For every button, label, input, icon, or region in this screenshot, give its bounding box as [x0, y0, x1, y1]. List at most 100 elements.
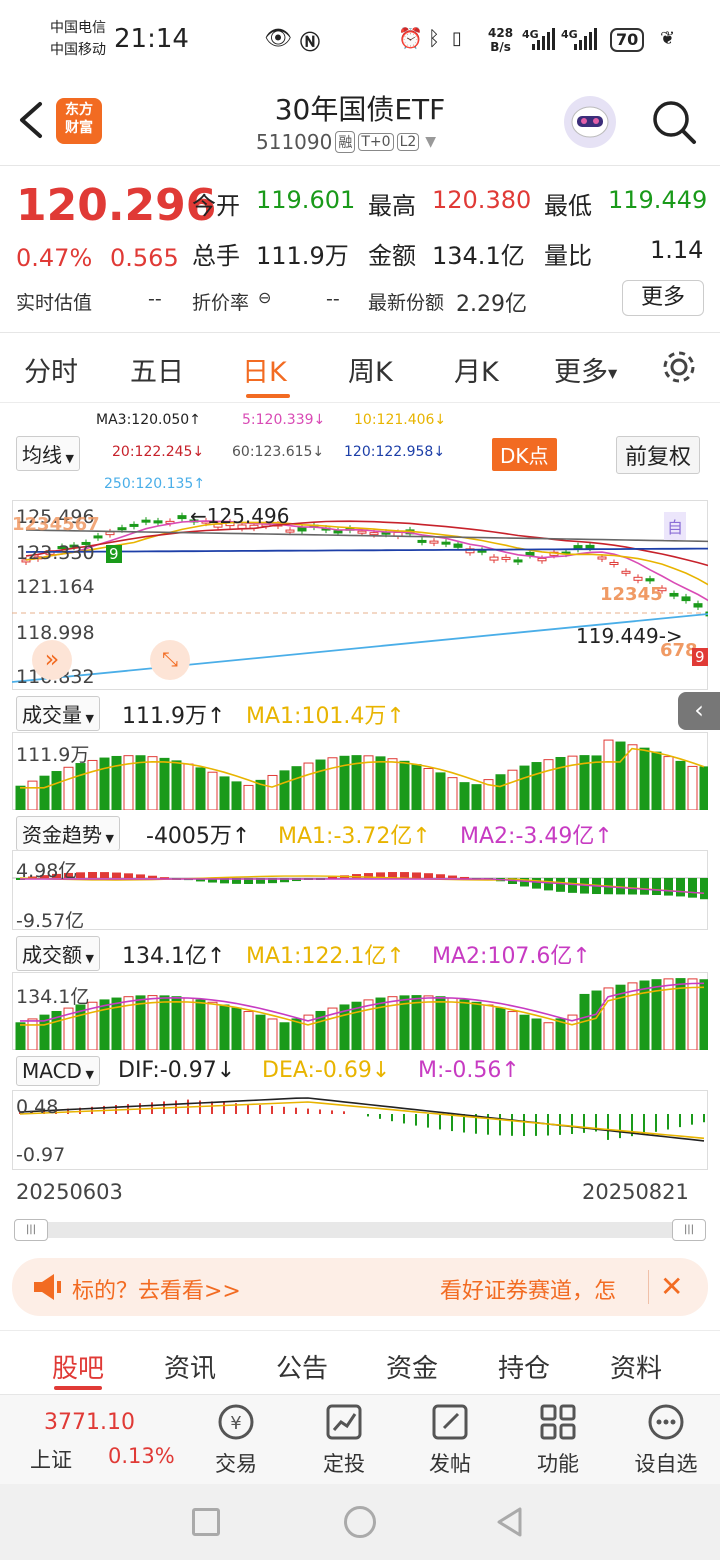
fund-bar: [652, 878, 661, 896]
index-change: 0.13%: [108, 1444, 175, 1468]
fullscreen-button[interactable]: ⤡: [150, 640, 190, 680]
tab-profile[interactable]: 资料: [610, 1348, 662, 1385]
sequence-right-top: 12345: [600, 584, 663, 605]
signal-1-icon: [532, 28, 555, 50]
back-triangle-icon[interactable]: [494, 1506, 526, 1538]
nav-add-watchlist[interactable]: 设自选: [626, 1400, 706, 1480]
nav-fixed-invest[interactable]: 定投: [314, 1400, 374, 1480]
info-icon[interactable]: ⊖: [258, 288, 271, 307]
robot-assistant-avatar[interactable]: [564, 96, 616, 148]
leaf-icon: ❦: [660, 28, 676, 49]
divider: [0, 402, 720, 403]
collapse-panel-button[interactable]: ‹: [678, 692, 720, 730]
amount-indicator-select[interactable]: 成交额 ▼: [16, 936, 100, 971]
candle-body: [333, 530, 343, 534]
ma5-value: 5:120.339↓: [242, 412, 326, 428]
candle-body: [357, 530, 367, 534]
tab-daily-k[interactable]: 日K: [242, 350, 287, 389]
tab-announcements[interactable]: 公告: [276, 1348, 328, 1385]
tab-news[interactable]: 资讯: [164, 1348, 216, 1385]
fund-axis-top: 4.98亿: [16, 860, 78, 882]
bar: [255, 1014, 266, 1050]
bar: [483, 1004, 494, 1050]
nav-trade-label: 交易: [215, 1452, 257, 1476]
fund-bar: [676, 878, 685, 897]
tab-weekly-k[interactable]: 周K: [348, 350, 393, 389]
candle-body: [681, 596, 691, 602]
bar: [423, 768, 434, 810]
chart-trend-icon: [326, 1404, 362, 1440]
range-handle-right[interactable]: |||: [672, 1219, 706, 1241]
chart-range-scrollbar[interactable]: [14, 1222, 706, 1238]
candle-body: [285, 529, 295, 533]
carrier-1: 中国电信: [50, 20, 106, 36]
yen-icon: ¥: [218, 1404, 254, 1440]
nav-post[interactable]: 发帖: [420, 1400, 480, 1480]
bar: [15, 1022, 26, 1050]
expand-left-button[interactable]: »: [32, 640, 72, 680]
candle-body: [417, 539, 427, 543]
ma-indicator-select[interactable]: 均线 ▼: [16, 436, 80, 471]
search-button[interactable]: [650, 98, 698, 150]
bar: [375, 756, 386, 810]
edit-icon: [432, 1404, 468, 1440]
adjust-forward-button[interactable]: 前复权: [616, 436, 701, 474]
date-end: 20250821: [582, 1180, 689, 1204]
bar: [675, 978, 686, 1050]
bar: [531, 762, 542, 810]
tab-capital[interactable]: 资金: [386, 1348, 438, 1385]
chevron-down-icon[interactable]: ▼: [425, 134, 436, 150]
macd-dif-line: [19, 1097, 705, 1142]
volume-ma1: MA1:101.4万↑: [246, 704, 405, 729]
bar: [387, 758, 398, 810]
net-speed-unit: B/s: [490, 40, 511, 54]
ma250-value: 250:120.135↑: [104, 476, 206, 492]
tab-more[interactable]: 更多▼: [554, 350, 617, 389]
candle-body: [609, 561, 619, 565]
tab-holdings[interactable]: 持仓: [498, 1348, 550, 1385]
bar: [27, 780, 38, 810]
tab-monthly-k[interactable]: 月K: [454, 350, 499, 389]
bar: [147, 995, 158, 1050]
svg-text:¥: ¥: [230, 1413, 241, 1434]
bar: [423, 995, 434, 1050]
tab-intraday[interactable]: 分时: [24, 350, 78, 389]
range-handle-left[interactable]: |||: [14, 1219, 48, 1241]
ma3-value: MA3:120.050↑: [96, 412, 201, 428]
signal-2-icon: [574, 28, 597, 50]
amount-label: 金额: [368, 242, 416, 270]
home-icon[interactable]: [344, 1506, 376, 1538]
bluetooth-icon: ᛒ: [428, 26, 440, 50]
close-icon[interactable]: ✕: [660, 1270, 683, 1303]
candle-body: [153, 520, 163, 524]
bar: [315, 759, 326, 810]
fund-ma2: MA2:-3.49亿↑: [460, 824, 613, 849]
amount-axis-label: 134.1亿: [16, 986, 90, 1008]
bar: [411, 764, 422, 810]
chevron-down-icon: ▼: [81, 1068, 94, 1081]
chevron-down-icon: ▼: [82, 952, 94, 965]
tab-five-day[interactable]: 五日: [130, 350, 184, 389]
bar: [543, 1022, 554, 1050]
index-ticker[interactable]: 3771.10 上证 0.13%: [0, 1394, 190, 1484]
tab-more-label: 更多: [554, 357, 608, 388]
recent-apps-icon[interactable]: [192, 1508, 220, 1536]
tab-guba[interactable]: 股吧: [52, 1348, 104, 1385]
bar: [687, 978, 698, 1050]
bar: [699, 766, 708, 810]
nav-functions[interactable]: 功能: [528, 1400, 588, 1480]
nav-trade[interactable]: ¥ 交易: [206, 1400, 266, 1480]
bar: [651, 751, 662, 810]
more-quote-button[interactable]: 更多: [622, 280, 704, 316]
promo-banner[interactable]: 标的？去看看>> 看好证券赛道，怎 ✕: [12, 1258, 708, 1316]
index-value: 3771.10: [44, 1410, 135, 1435]
amount-chart: [12, 972, 708, 1050]
macd-indicator-select[interactable]: MACD ▼: [16, 1056, 100, 1086]
volume-indicator-select[interactable]: 成交量 ▼: [16, 696, 100, 731]
volume-label: 成交量: [22, 703, 82, 727]
dk-point-button[interactable]: DK点: [492, 438, 557, 471]
fund-indicator-select[interactable]: 资金趋势 ▼: [16, 816, 120, 851]
shares-value: 2.29亿: [456, 292, 527, 317]
bar: [591, 755, 602, 810]
chart-settings-button[interactable]: [660, 348, 698, 390]
